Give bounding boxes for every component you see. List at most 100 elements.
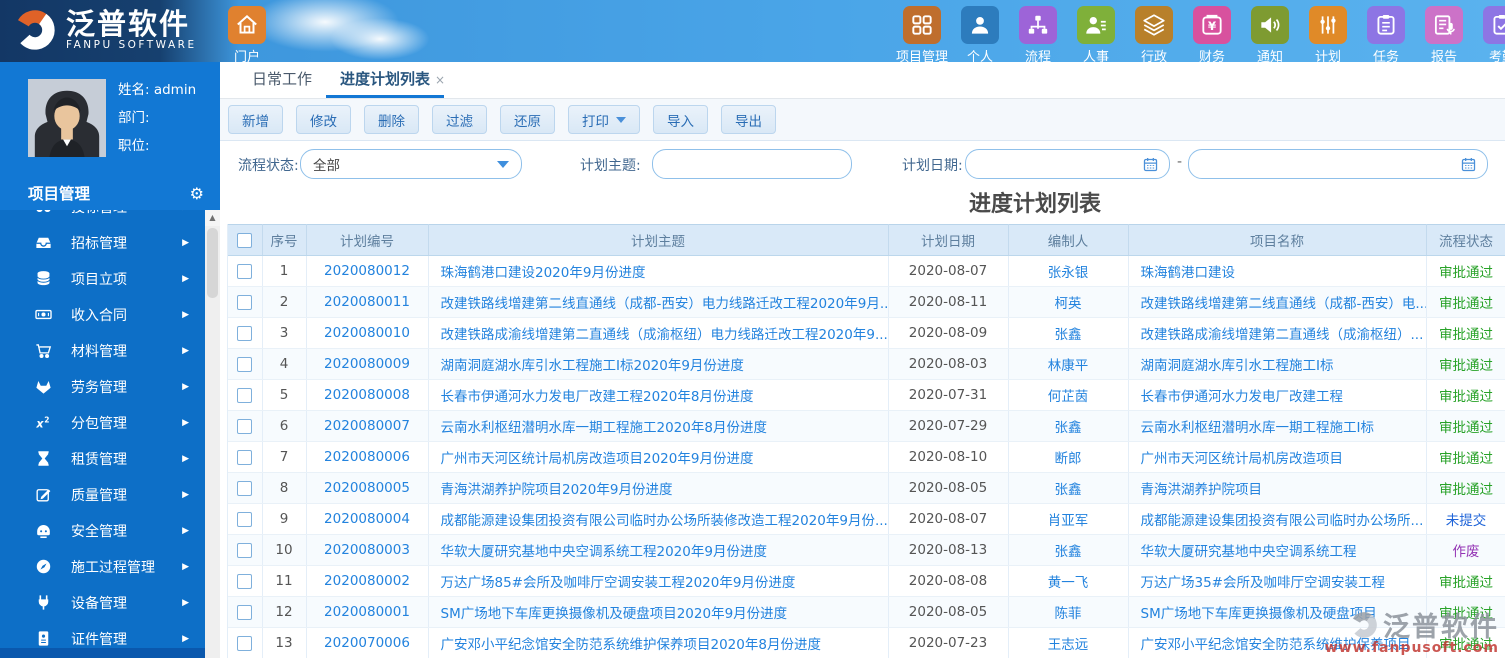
- plan-subject-link[interactable]: 华软大厦研究基地中央空调系统工程2020年9月份进度: [441, 544, 767, 560]
- topnav-item-考勤[interactable]: 考勤: [1473, 6, 1505, 62]
- scrollbar-thumb[interactable]: [207, 228, 218, 298]
- plan-code-link[interactable]: 2020080002: [324, 573, 410, 589]
- sidebar-item-项目立项[interactable]: 项目立项 ▶: [0, 261, 205, 297]
- table-row[interactable]: 13 2020070006 广安邓小平纪念馆安全防范系统维护保养项目2020年8月份…: [228, 627, 1505, 658]
- topnav-item-项目管理[interactable]: 项目管理: [893, 6, 951, 62]
- table-row[interactable]: 10 2020080003 华软大厦研究基地中央空调系统工程2020年9月份进度 20…: [228, 534, 1505, 566]
- row-checkbox[interactable]: [237, 542, 253, 558]
- portal-button[interactable]: 门户: [218, 6, 276, 62]
- toolbar-button-还原[interactable]: 还原: [500, 105, 555, 134]
- gear-icon[interactable]: ⚙: [190, 178, 204, 210]
- date-to-input[interactable]: [1199, 155, 1460, 173]
- author-link[interactable]: 肖亚军: [1048, 513, 1089, 529]
- plan-subject-link[interactable]: 青海洪湖养护院项目2020年9月份进度: [441, 482, 673, 498]
- topnav-item-人事[interactable]: 人事: [1067, 6, 1125, 62]
- author-link[interactable]: 陈菲: [1055, 606, 1082, 622]
- row-checkbox[interactable]: [237, 294, 253, 310]
- table-row[interactable]: 5 2020080008 长春市伊通河水力发电厂改建工程2020年8月份进度 2020…: [228, 379, 1505, 411]
- calendar-icon[interactable]: [1142, 156, 1159, 173]
- select-all-checkbox[interactable]: [237, 232, 253, 248]
- toolbar-button-导出[interactable]: 导出: [721, 105, 776, 134]
- row-checkbox[interactable]: [237, 635, 253, 651]
- author-link[interactable]: 王志远: [1048, 637, 1089, 653]
- sidebar-item-安全管理[interactable]: 安全管理 ▶: [0, 513, 205, 549]
- topnav-item-行政[interactable]: 行政: [1125, 6, 1183, 62]
- sidebar-item-分包管理[interactable]: x 2 分包管理 ▶: [0, 405, 205, 441]
- table-row[interactable]: 3 2020080010 改建铁路成渝线增建第二直通线（成渝枢纽）电力线路迁改工程2…: [228, 317, 1505, 349]
- author-link[interactable]: 张鑫: [1055, 327, 1082, 343]
- plan-subject-link[interactable]: 广安邓小平纪念馆安全防范系统维护保养项目2020年8月份进度: [441, 637, 821, 653]
- sidebar-item-租赁管理[interactable]: 租赁管理 ▶: [0, 441, 205, 477]
- plan-subject-link[interactable]: 长春市伊通河水力发电厂改建工程2020年8月份进度: [441, 389, 754, 405]
- topnav-item-个人[interactable]: 个人: [951, 6, 1009, 62]
- topnav-item-流程[interactable]: 流程: [1009, 6, 1067, 62]
- plan-subject-link[interactable]: 珠海鹤港口建设2020年9月份进度: [441, 265, 646, 281]
- sidebar-item-收入合同[interactable]: 收入合同 ▶: [0, 297, 205, 333]
- sidebar-item-材料管理[interactable]: 材料管理 ▶: [0, 333, 205, 369]
- project-name-link[interactable]: 广安邓小平纪念馆安全防范系统维护保养项目: [1141, 637, 1411, 653]
- author-link[interactable]: 黄一飞: [1048, 575, 1089, 591]
- plan-code-link[interactable]: 2020080001: [324, 604, 410, 620]
- toolbar-button-新增[interactable]: 新增: [228, 105, 283, 134]
- plan-code-link[interactable]: 2020080005: [324, 480, 410, 496]
- author-link[interactable]: 张鑫: [1055, 482, 1082, 498]
- project-name-link[interactable]: 广州市天河区统计局机房改造项目: [1141, 451, 1344, 467]
- project-name-link[interactable]: 成都能源建设集团投资有限公司临时办公场所...: [1141, 513, 1424, 529]
- table-row[interactable]: 11 2020080002 万达广场85#会所及咖啡厅空调安装工程2020年9月份进…: [228, 565, 1505, 597]
- author-link[interactable]: 张鑫: [1055, 420, 1082, 436]
- row-checkbox[interactable]: [237, 480, 253, 496]
- topnav-item-通知[interactable]: 通知: [1241, 6, 1299, 62]
- plan-code-link[interactable]: 2020080009: [324, 356, 410, 372]
- project-name-link[interactable]: 云南水利枢纽潜明水库一期工程施工I标: [1141, 420, 1374, 436]
- row-checkbox[interactable]: [237, 573, 253, 589]
- plan-subject-link[interactable]: 改建铁路线增建第二线直通线（成都-西安）电力线路迁改工程2020年9月...: [441, 296, 888, 312]
- toolbar-button-删除[interactable]: 删除: [364, 105, 419, 134]
- plan-subject-link[interactable]: 湖南洞庭湖水库引水工程施工I标2020年9月份进度: [441, 358, 744, 374]
- topnav-item-报告[interactable]: 报告: [1415, 6, 1473, 62]
- sidebar-item-证件管理[interactable]: 证件管理 ▶: [0, 621, 205, 648]
- sidebar-item-设备管理[interactable]: 设备管理 ▶: [0, 585, 205, 621]
- author-link[interactable]: 张鑫: [1055, 544, 1082, 560]
- sidebar-item-招标管理[interactable]: 招标管理 ▶: [0, 225, 205, 261]
- subject-input[interactable]: [663, 155, 841, 173]
- toolbar-button-导入[interactable]: 导入: [653, 105, 708, 134]
- row-checkbox[interactable]: [237, 449, 253, 465]
- project-name-link[interactable]: 青海洪湖养护院项目: [1141, 482, 1263, 498]
- project-name-link[interactable]: 珠海鹤港口建设: [1141, 265, 1236, 281]
- project-name-link[interactable]: 改建铁路成渝线增建第二直通线（成渝枢纽）...: [1141, 327, 1424, 343]
- sidebar-item-施工过程管理[interactable]: 施工过程管理 ▶: [0, 549, 205, 585]
- plan-code-link[interactable]: 2020080006: [324, 449, 410, 465]
- topnav-item-财务[interactable]: ¥ 财务: [1183, 6, 1241, 62]
- author-link[interactable]: 张永银: [1048, 265, 1089, 281]
- project-name-link[interactable]: 华软大厦研究基地中央空调系统工程: [1141, 544, 1357, 560]
- plan-code-link[interactable]: 2020080007: [324, 418, 410, 434]
- table-row[interactable]: 12 2020080001 SM广场地下车库更换摄像机及硬盘项目2020年9月份进度…: [228, 596, 1505, 628]
- row-checkbox[interactable]: [237, 604, 253, 620]
- plan-code-link[interactable]: 2020080010: [324, 325, 410, 341]
- toolbar-button-修改[interactable]: 修改: [296, 105, 351, 134]
- table-row[interactable]: 1 2020080012 珠海鹤港口建设2020年9月份进度 2020-08-07 张永…: [228, 255, 1505, 287]
- sidebar-item-质量管理[interactable]: 质量管理 ▶: [0, 477, 205, 513]
- plan-subject-link[interactable]: 万达广场85#会所及咖啡厅空调安装工程2020年9月份进度: [441, 575, 796, 591]
- project-name-link[interactable]: 改建铁路线增建第二线直通线（成都-西安）电...: [1141, 296, 1426, 312]
- topnav-item-计划[interactable]: 计划: [1299, 6, 1357, 62]
- toolbar-button-过滤[interactable]: 过滤: [432, 105, 487, 134]
- project-name-link[interactable]: SM广场地下车库更换摄像机及硬盘项目: [1141, 606, 1377, 622]
- project-name-link[interactable]: 万达广场35#会所及咖啡厅空调安装工程: [1141, 575, 1386, 591]
- plan-subject-link[interactable]: 成都能源建设集团投资有限公司临时办公场所装修改造工程2020年9月份...: [441, 513, 888, 529]
- table-row[interactable]: 6 2020080007 云南水利枢纽潜明水库一期工程施工2020年8月份进度 202…: [228, 410, 1505, 442]
- row-checkbox[interactable]: [237, 418, 253, 434]
- plan-code-link[interactable]: 2020080011: [324, 294, 410, 310]
- author-link[interactable]: 林康平: [1048, 358, 1089, 374]
- status-filter-select[interactable]: 全部: [300, 149, 522, 179]
- calendar-icon[interactable]: [1460, 156, 1477, 173]
- plan-code-link[interactable]: 2020080003: [324, 542, 410, 558]
- scroll-up-icon[interactable]: ▲: [205, 210, 220, 226]
- author-link[interactable]: 何芷茵: [1048, 389, 1089, 405]
- row-checkbox[interactable]: [237, 263, 253, 279]
- sidebar-item-劳务管理[interactable]: 劳务管理 ▶: [0, 369, 205, 405]
- plan-subject-link[interactable]: 改建铁路成渝线增建第二直通线（成渝枢纽）电力线路迁改工程2020年9...: [441, 327, 888, 343]
- row-checkbox[interactable]: [237, 325, 253, 341]
- plan-subject-link[interactable]: SM广场地下车库更换摄像机及硬盘项目2020年9月份进度: [441, 606, 788, 622]
- project-name-link[interactable]: 长春市伊通河水力发电厂改建工程: [1141, 389, 1344, 405]
